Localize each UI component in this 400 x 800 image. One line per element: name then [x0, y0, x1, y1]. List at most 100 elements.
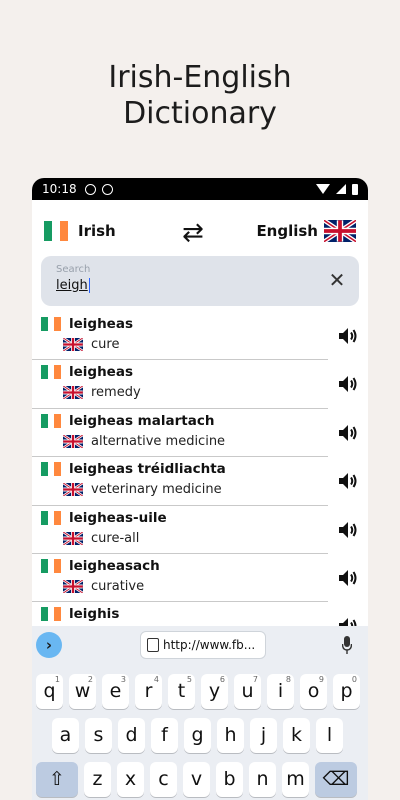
- ireland-flag-icon: [41, 607, 62, 622]
- key-label: k: [290, 724, 302, 746]
- key-label: ⌫: [322, 768, 350, 790]
- ireland-flag-icon: [41, 558, 62, 573]
- key-s[interactable]: s: [85, 718, 112, 753]
- key-number-hint: 0: [351, 675, 357, 684]
- key-h[interactable]: h: [217, 718, 244, 753]
- key-d[interactable]: d: [118, 718, 145, 753]
- list-item[interactable]: leigheas-uile cure-all: [32, 506, 357, 554]
- key-w[interactable]: 2w: [69, 674, 96, 709]
- key-q[interactable]: 1q: [36, 674, 63, 709]
- key-label: n: [256, 768, 269, 790]
- promo-title-line2: Dictionary: [123, 96, 277, 131]
- list-item[interactable]: leigheas cure: [32, 312, 357, 361]
- english-translation: cure-all: [91, 530, 140, 546]
- irish-word: leighis: [69, 606, 120, 623]
- uk-flag-icon: [324, 220, 356, 242]
- key-label: j: [260, 724, 267, 746]
- english-line: remedy: [63, 385, 141, 400]
- uk-flag-icon: [63, 338, 83, 351]
- source-language[interactable]: Irish: [78, 222, 116, 240]
- key-i[interactable]: 8i: [267, 674, 294, 709]
- key-l[interactable]: l: [316, 718, 343, 753]
- search-field[interactable]: Search leigh ✕: [41, 256, 359, 306]
- key-label: x: [124, 768, 137, 790]
- key-label: h: [224, 724, 237, 746]
- key-number-hint: 5: [186, 675, 192, 684]
- english-translation: remedy: [91, 385, 141, 401]
- ireland-flag-icon: [41, 462, 62, 477]
- key-m[interactable]: m: [282, 762, 309, 797]
- key-g[interactable]: g: [184, 718, 211, 753]
- key-label: z: [92, 768, 103, 790]
- key-number-hint: 1: [54, 675, 60, 684]
- english-translation: alternative medicine: [91, 433, 226, 449]
- mic-icon[interactable]: [342, 636, 352, 654]
- key-label: m: [286, 768, 305, 790]
- status-time: 10:18: [42, 182, 77, 196]
- irish-line: leigheas-uile: [41, 510, 167, 526]
- ireland-flag-icon: [41, 413, 62, 428]
- backspace-icon[interactable]: ⌫: [315, 762, 357, 797]
- key-label: v: [190, 768, 203, 790]
- key-e[interactable]: 3e: [102, 674, 129, 709]
- english-translation: veterinary medicine: [91, 482, 222, 498]
- key-b[interactable]: b: [216, 762, 243, 797]
- key-y[interactable]: 6y: [201, 674, 228, 709]
- key-label: b: [223, 768, 236, 790]
- notification-icon: [84, 183, 96, 195]
- speaker-icon[interactable]: [336, 421, 360, 445]
- speaker-icon[interactable]: [336, 518, 360, 542]
- irish-word: leigheasach: [69, 557, 160, 574]
- key-label: o: [307, 680, 320, 702]
- speaker-icon[interactable]: [336, 324, 360, 348]
- key-label: r: [144, 680, 153, 702]
- key-z[interactable]: z: [84, 762, 111, 797]
- english-line: alternative medicine: [63, 434, 225, 449]
- swap-arrows-icon[interactable]: ⇄: [182, 218, 204, 248]
- clipboard-suggestion[interactable]: http://www.fb...: [140, 631, 266, 659]
- promo-title-line1: Irish-English: [108, 60, 292, 95]
- search-input[interactable]: leigh: [56, 278, 91, 293]
- speaker-icon[interactable]: [336, 372, 360, 396]
- signal-icon: [336, 184, 346, 194]
- key-n[interactable]: n: [249, 762, 276, 797]
- keyboard-suggestion-bar: › http://www.fb...: [32, 626, 368, 666]
- key-t[interactable]: 5t: [168, 674, 195, 709]
- key-label: u: [241, 680, 254, 702]
- list-item[interactable]: leigheas remedy: [32, 360, 357, 409]
- key-j[interactable]: j: [250, 718, 277, 753]
- keyboard-row-1: 1q2w3e4r5t6y7u8i9o0p: [36, 674, 360, 709]
- keyboard-row-2: asd f gh j k l: [52, 718, 343, 753]
- text-cursor: [88, 278, 91, 293]
- key-a[interactable]: a: [52, 718, 79, 753]
- ireland-flag-icon: [41, 510, 62, 525]
- close-icon[interactable]: ✕: [325, 268, 349, 292]
- key-r[interactable]: 4r: [135, 674, 162, 709]
- key-f[interactable]: f: [151, 718, 178, 753]
- key-number-hint: 7: [252, 675, 258, 684]
- app-notification-icon: [101, 183, 113, 195]
- key-p[interactable]: 0p: [333, 674, 360, 709]
- target-language[interactable]: English: [256, 222, 318, 240]
- list-item[interactable]: leigheasach curative: [32, 554, 357, 603]
- key-label: c: [158, 768, 169, 790]
- key-c[interactable]: c: [150, 762, 177, 797]
- key-label: e: [109, 680, 122, 702]
- list-item[interactable]: leigheas malartach alternative medicine: [32, 409, 357, 458]
- speaker-icon[interactable]: [336, 566, 360, 590]
- irish-word: leigheas-uile: [69, 509, 167, 526]
- key-x[interactable]: x: [117, 762, 144, 797]
- speaker-icon[interactable]: [336, 469, 360, 493]
- key-k[interactable]: k: [283, 718, 310, 753]
- key-o[interactable]: 9o: [300, 674, 327, 709]
- results-list: leigheas cure leigheas remedy leigheas malar…: [32, 312, 368, 651]
- shift-icon[interactable]: ⇧: [36, 762, 78, 797]
- irish-word: leigheas: [69, 364, 133, 381]
- key-label: l: [326, 724, 333, 746]
- list-item[interactable]: leigheas tréidliachta veterinary medicine: [32, 457, 357, 506]
- irish-word: leigheas: [69, 316, 133, 332]
- key-v[interactable]: v: [183, 762, 210, 797]
- battery-icon: [352, 183, 358, 195]
- chevron-right-icon[interactable]: ›: [36, 632, 62, 658]
- key-u[interactable]: 7u: [234, 674, 261, 709]
